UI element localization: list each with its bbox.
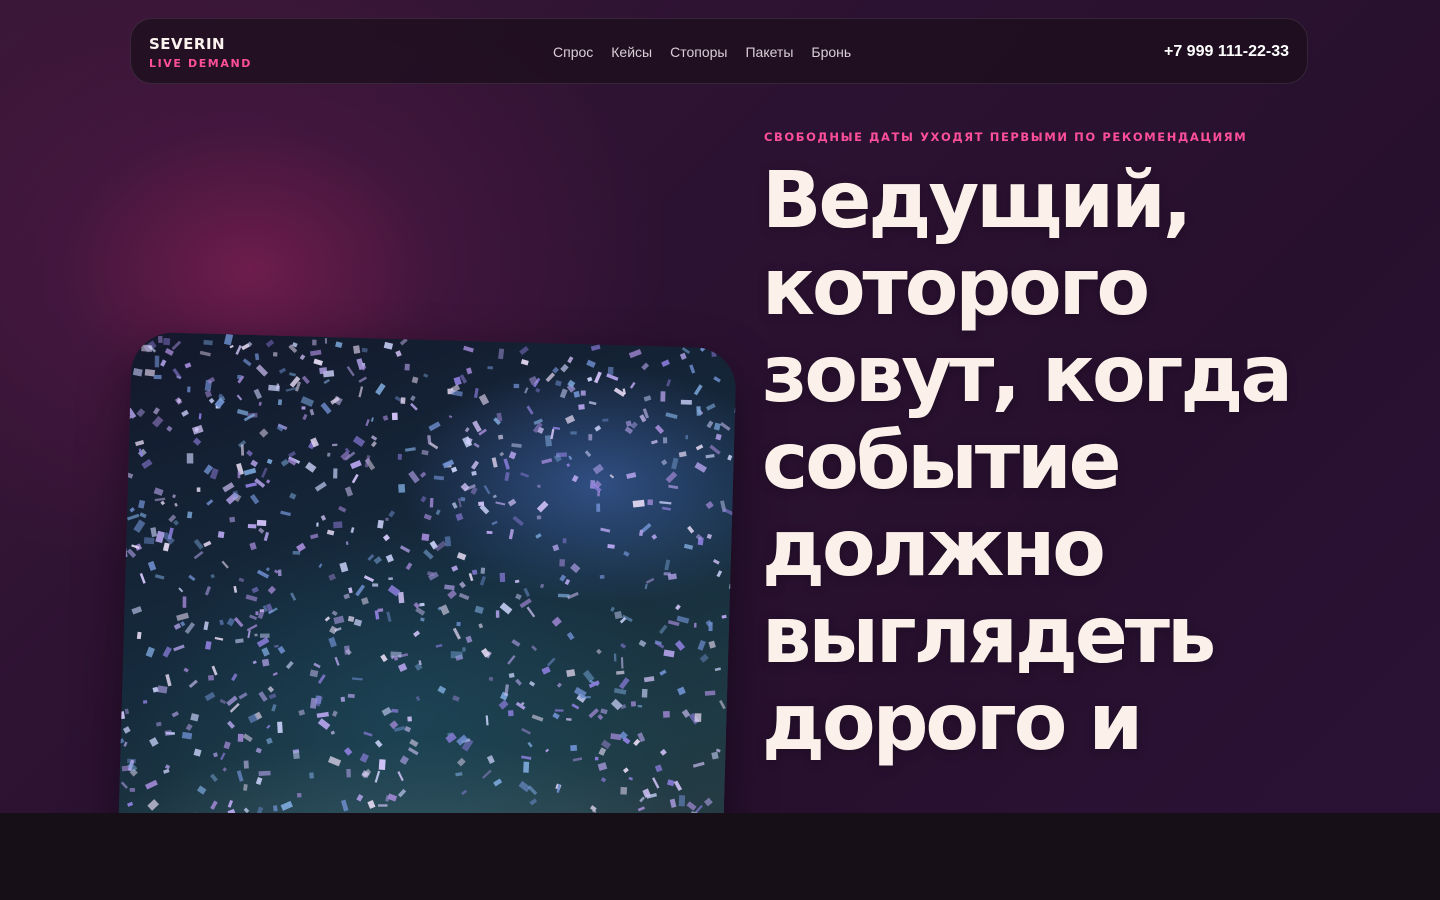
brand-logo[interactable]: SEVERIN LIVE DEMAND <box>149 35 252 71</box>
hero-eyebrow: СВОБОДНЫЕ ДАТЫ УХОДЯТ ПЕРВЫМИ ПО РЕКОМЕН… <box>764 130 1248 144</box>
nav-item-demand[interactable]: Спрос <box>553 43 593 61</box>
confetti-photo <box>116 331 737 813</box>
bottom-band <box>0 813 1440 900</box>
nav-item-cases[interactable]: Кейсы <box>611 43 652 61</box>
brand-tagline: LIVE DEMAND <box>149 57 253 70</box>
hero-headline: Ведущий, которого зовут, когда событие д… <box>762 156 1293 768</box>
site-header: SEVERIN LIVE DEMAND Спрос Кейсы Стопоры … <box>130 18 1308 84</box>
phone-link[interactable]: +7 999 111-22-33 <box>1164 42 1289 62</box>
nav-item-stoppers[interactable]: Стопоры <box>670 43 727 61</box>
nav-item-packages[interactable]: Пакеты <box>745 43 793 61</box>
nav-item-booking[interactable]: Бронь <box>811 43 851 61</box>
brand-name: SEVERIN <box>149 35 226 53</box>
hero-section: SEVERIN LIVE DEMAND Спрос Кейсы Стопоры … <box>0 0 1440 813</box>
confetti-image <box>116 331 737 813</box>
main-nav: Спрос Кейсы Стопоры Пакеты Бронь <box>553 43 851 61</box>
